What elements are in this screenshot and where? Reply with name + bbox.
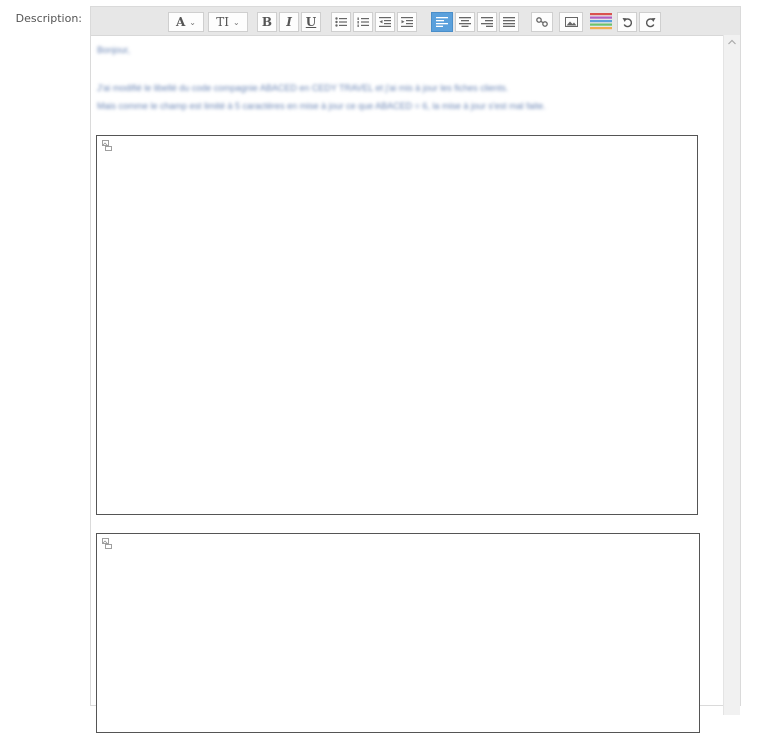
editor-content[interactable]: Bonjour, J'ai modifié le libellé du code… — [91, 35, 723, 733]
embedded-image-placeholder-2[interactable] — [96, 533, 700, 733]
undo-button[interactable] — [617, 12, 637, 32]
align-right-button[interactable] — [477, 12, 497, 32]
undo-icon — [622, 17, 632, 27]
outdent-icon — [379, 17, 391, 27]
font-size-dropdown[interactable]: TI ⌄ — [208, 12, 248, 32]
redo-button[interactable] — [639, 12, 661, 32]
chevron-down-icon: ⌄ — [189, 17, 196, 27]
justify-icon — [503, 17, 515, 27]
description-label: Description: — [15, 12, 82, 25]
redo-icon — [645, 17, 655, 27]
color-palette-icon — [590, 13, 612, 30]
greeting-text: Bonjour, — [97, 45, 131, 55]
indent-button[interactable] — [397, 12, 417, 32]
italic-button[interactable]: I — [279, 12, 299, 32]
bold-button[interactable]: B — [257, 12, 277, 32]
broken-image-icon — [102, 140, 112, 151]
text-color-button[interactable] — [589, 11, 613, 33]
bulleted-list-icon — [335, 17, 347, 27]
insert-link-button[interactable] — [531, 12, 553, 32]
align-center-button[interactable] — [455, 12, 475, 32]
chevron-down-icon: ⌄ — [233, 17, 240, 27]
body-line-1: J'ai modifié le libellé du code compagni… — [97, 83, 509, 93]
embedded-image-placeholder[interactable] — [96, 135, 698, 515]
insert-image-button[interactable] — [559, 12, 583, 32]
underline-button[interactable]: U — [301, 12, 321, 32]
editor-scrollbar[interactable] — [723, 35, 740, 715]
text-size-icon: TI — [216, 15, 230, 29]
numbered-list-icon — [357, 17, 369, 27]
broken-image-icon — [102, 538, 112, 549]
font-family-dropdown[interactable]: A ⌄ — [168, 12, 204, 32]
indent-icon — [401, 17, 413, 27]
link-icon — [536, 17, 548, 27]
font-icon: A — [175, 15, 186, 29]
editor-toolbar: A ⌄ TI ⌄ B I U — [91, 7, 740, 36]
outdent-button[interactable] — [375, 12, 395, 32]
image-icon — [564, 17, 578, 27]
scroll-up-arrow-icon[interactable] — [728, 39, 736, 45]
align-center-icon — [459, 17, 471, 27]
align-left-button[interactable] — [431, 12, 453, 32]
bulleted-list-button[interactable] — [331, 12, 351, 32]
rich-text-editor[interactable]: A ⌄ TI ⌄ B I U Bonjour, J'ai modifié le … — [90, 6, 741, 733]
align-right-icon — [481, 17, 493, 27]
body-line-2: Mais comme le champ est limité à 5 carac… — [97, 101, 546, 111]
justify-button[interactable] — [499, 12, 519, 32]
align-left-icon — [436, 17, 448, 27]
numbered-list-button[interactable] — [353, 12, 373, 32]
